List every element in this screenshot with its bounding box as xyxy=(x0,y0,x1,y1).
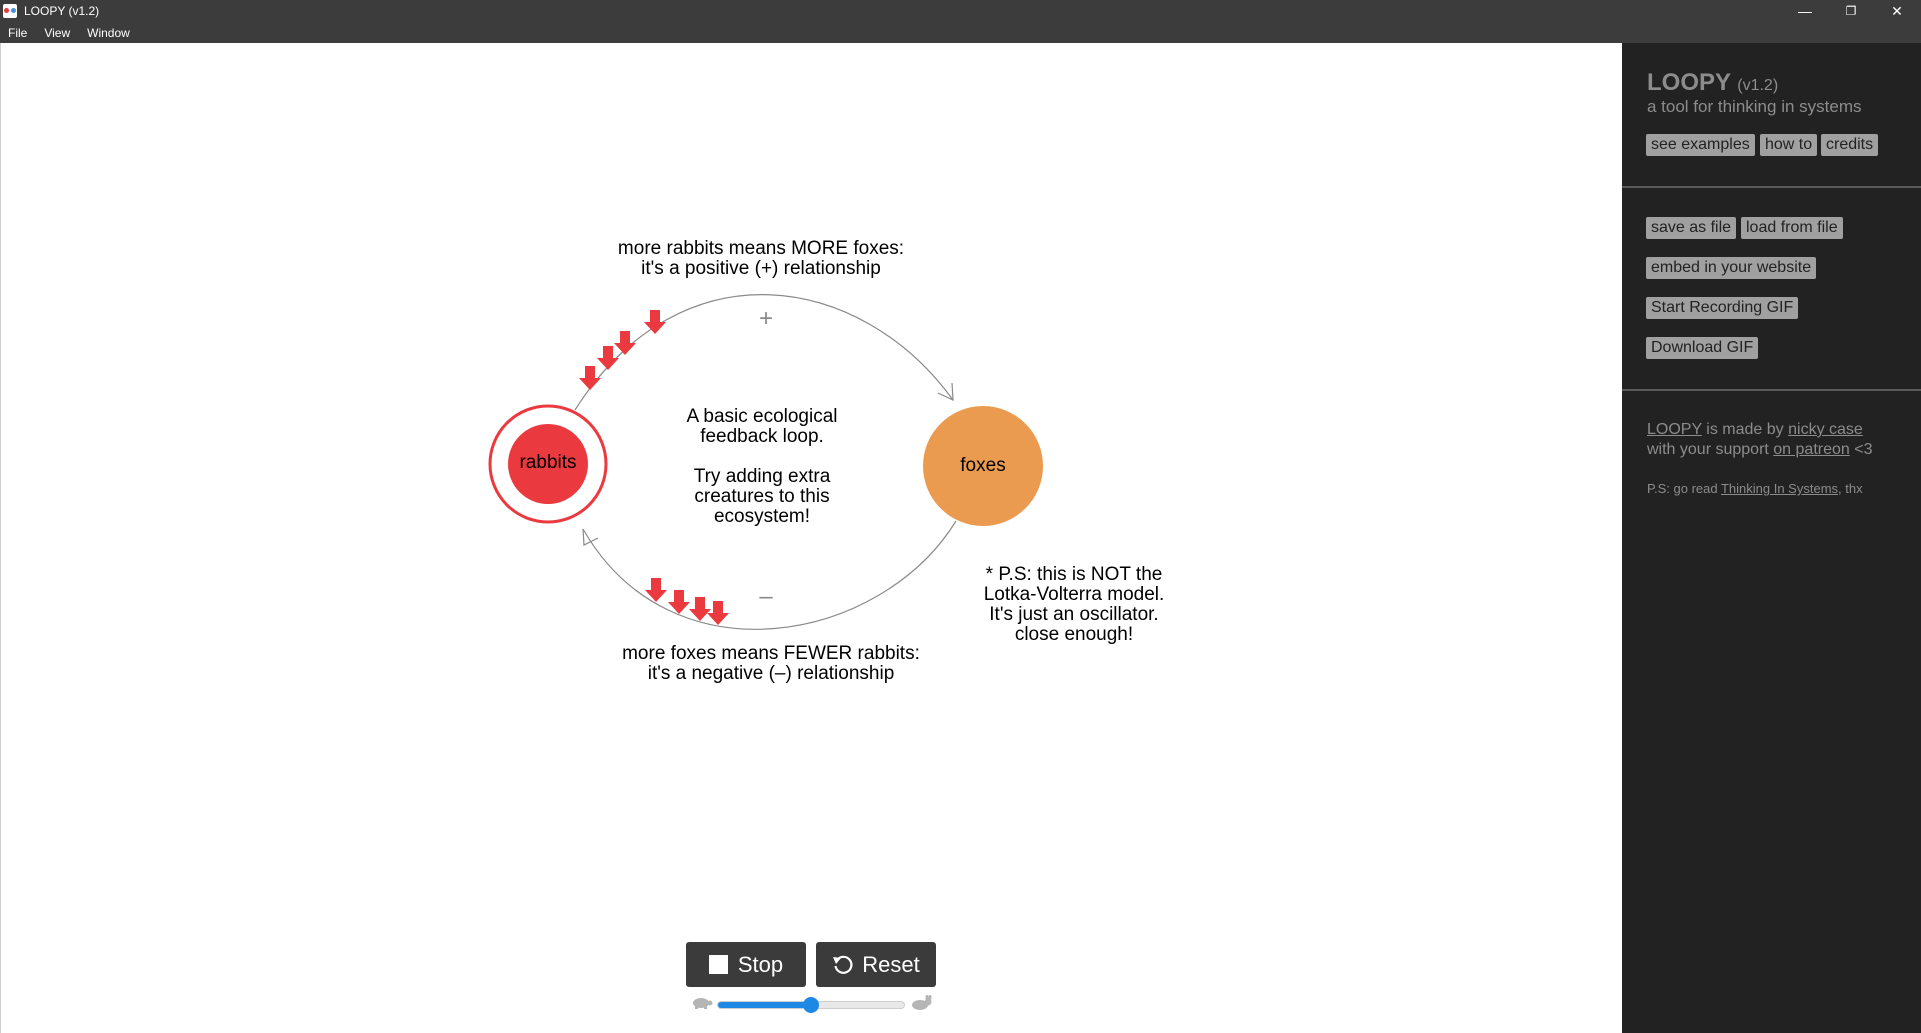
menu-file[interactable]: File xyxy=(8,26,27,40)
credits-text: LOOPY is made by nicky case with your su… xyxy=(1647,420,1872,460)
signal-arrow xyxy=(707,601,729,625)
speed-slider-fill xyxy=(718,1002,811,1008)
app-version: (v1.2) xyxy=(1737,77,1779,94)
sidebar-divider xyxy=(1622,389,1921,391)
ps-note-label[interactable]: * P.S: this is NOT the Lotka-Volterra mo… xyxy=(954,565,1194,645)
bottom-edge-label[interactable]: more foxes means FEWER rabbits: it's a n… xyxy=(591,644,951,684)
top-edge-label[interactable]: more rabbits means MORE foxes: it's a po… xyxy=(591,239,931,279)
loop-diagram xyxy=(488,294,1043,630)
credits-made-by: is made by xyxy=(1701,421,1789,438)
menu-bar: File View Window xyxy=(0,22,1921,43)
how-to-button[interactable]: how to xyxy=(1760,134,1818,156)
start-recording-gif-button[interactable]: Start Recording GIF xyxy=(1646,297,1799,319)
sidebar: LOOPY (v1.2) a tool for thinking in syst… xyxy=(1622,43,1921,1033)
app-icon xyxy=(3,4,17,18)
credits-button[interactable]: credits xyxy=(1821,134,1879,156)
center-label[interactable]: A basic ecological feedback loop. Try ad… xyxy=(662,407,862,527)
menu-view[interactable]: View xyxy=(44,26,70,40)
negative-edge[interactable] xyxy=(582,520,957,630)
thinking-in-systems-link[interactable]: Thinking In Systems xyxy=(1721,481,1838,496)
load-from-file-button[interactable]: load from file xyxy=(1741,217,1843,239)
stop-icon xyxy=(708,955,728,974)
menu-window[interactable]: Window xyxy=(87,26,130,40)
app-title: LOOPY (v1.2) xyxy=(1647,69,1778,97)
sidebar-divider xyxy=(1622,186,1921,188)
ps-suffix: , thx xyxy=(1838,481,1863,496)
signal-arrow xyxy=(597,346,619,370)
restore-button[interactable]: ❐ xyxy=(1828,0,1874,22)
app-tagline: a tool for thinking in systems xyxy=(1647,97,1862,116)
signal-arrow xyxy=(644,310,666,334)
credits-support: with your support xyxy=(1647,441,1774,458)
rabbit-icon xyxy=(912,995,932,1010)
turtle-icon xyxy=(693,998,713,1009)
app-name: LOOPY xyxy=(1647,69,1731,96)
negative-sign: – xyxy=(759,583,773,610)
reset-icon xyxy=(832,954,854,976)
ps-prefix: P.S: go read xyxy=(1647,481,1721,496)
window-title: LOOPY (v1.2) xyxy=(24,4,100,18)
credits-heart: <3 xyxy=(1849,441,1873,458)
foxes-node-label: foxes xyxy=(960,455,1006,476)
loopy-canvas[interactable]: rabbits foxes + – more rabbits means MOR… xyxy=(0,43,1622,1033)
window-titlebar: LOOPY (v1.2) — ❐ ✕ xyxy=(0,0,1921,22)
stop-label: Stop xyxy=(737,951,784,977)
ps-text: P.S: go read Thinking In Systems, thx xyxy=(1647,481,1863,496)
close-button[interactable]: ✕ xyxy=(1874,0,1920,22)
signal-arrow xyxy=(579,366,601,390)
loopy-link[interactable]: LOOPY xyxy=(1647,421,1702,438)
signal-arrow xyxy=(614,331,636,355)
minimize-button[interactable]: — xyxy=(1782,0,1828,22)
signal-arrow xyxy=(689,597,711,621)
negative-edge-arrowhead xyxy=(582,528,599,546)
speed-slider-thumb[interactable] xyxy=(803,997,819,1013)
save-as-file-button[interactable]: save as file xyxy=(1646,217,1737,239)
rabbits-node-label: rabbits xyxy=(519,452,577,473)
reset-label: Reset xyxy=(862,951,920,977)
signal-arrow xyxy=(668,590,690,614)
download-gif-button[interactable]: Download GIF xyxy=(1646,337,1759,359)
stop-button[interactable]: Stop xyxy=(686,942,806,987)
patreon-link[interactable]: on patreon xyxy=(1773,441,1850,458)
author-link[interactable]: nicky case xyxy=(1788,421,1863,438)
positive-sign: + xyxy=(758,305,773,332)
reset-button[interactable]: Reset xyxy=(816,942,936,987)
embed-website-button[interactable]: embed in your website xyxy=(1646,257,1817,279)
see-examples-button[interactable]: see examples xyxy=(1646,134,1755,156)
